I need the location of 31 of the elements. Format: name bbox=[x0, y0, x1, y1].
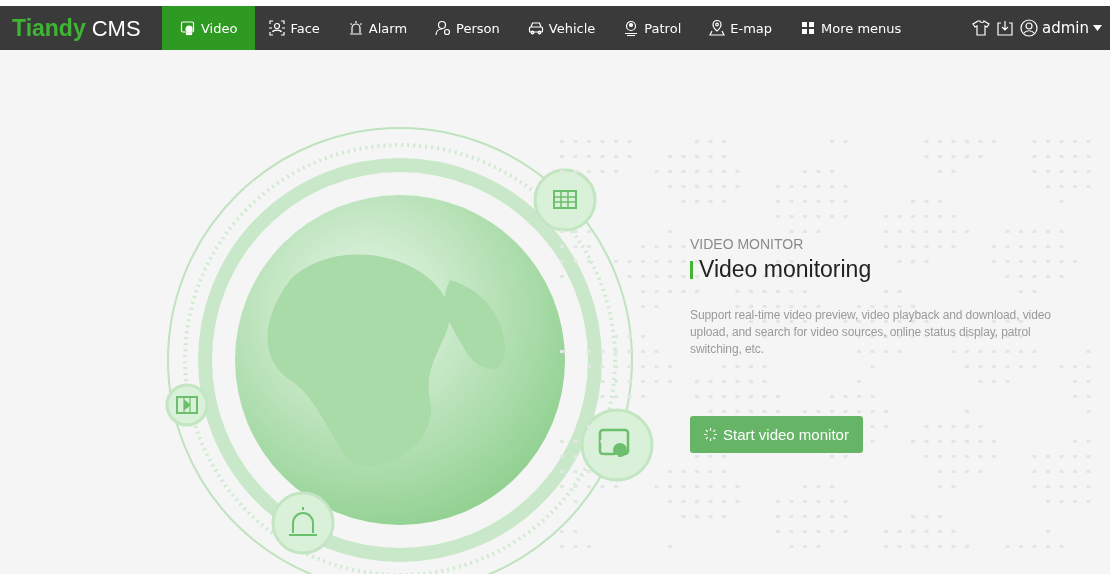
alarm-icon bbox=[347, 20, 364, 36]
face-icon bbox=[269, 20, 286, 36]
nav-tab[interactable]: More menus bbox=[786, 6, 916, 50]
section-eyebrow: VIDEO MONITOR bbox=[690, 236, 805, 252]
user-menu[interactable]: admin bbox=[1020, 19, 1102, 37]
logo-product: CMS bbox=[91, 15, 141, 42]
shirt-icon[interactable] bbox=[972, 19, 990, 37]
patrol-icon bbox=[623, 20, 640, 36]
user-icon bbox=[1020, 19, 1038, 37]
caret-icon bbox=[1093, 25, 1102, 31]
car-icon bbox=[527, 20, 544, 36]
spinner-icon bbox=[704, 428, 717, 441]
nav-tab[interactable]: Alarm bbox=[333, 6, 422, 50]
nav-tab[interactable]: Patrol bbox=[609, 6, 696, 50]
nav-tab[interactable]: E-map bbox=[695, 6, 787, 50]
pin-icon bbox=[709, 20, 726, 36]
section-description: Support real-time video preview, video playback and download, video upload, and search for video sources, online status display, patrol switching, etc. bbox=[690, 307, 1052, 358]
alarm-icon[interactable] bbox=[271, 491, 335, 555]
nav-tab[interactable]: Vehicle bbox=[513, 6, 610, 50]
grid-icon bbox=[800, 20, 817, 36]
camera-icon[interactable] bbox=[580, 408, 654, 482]
nav-tab[interactable]: Person bbox=[421, 6, 514, 50]
nav-tab[interactable]: Face bbox=[255, 6, 334, 50]
person-icon bbox=[435, 20, 452, 36]
logo-brand: Tiandy bbox=[12, 14, 86, 42]
section-title: Video monitoring bbox=[699, 256, 872, 283]
film-icon[interactable] bbox=[165, 383, 209, 427]
grid-icon[interactable] bbox=[533, 168, 597, 232]
nav-tab[interactable]: Video bbox=[162, 6, 256, 50]
download-icon[interactable] bbox=[996, 19, 1014, 37]
camera-icon bbox=[180, 20, 196, 36]
